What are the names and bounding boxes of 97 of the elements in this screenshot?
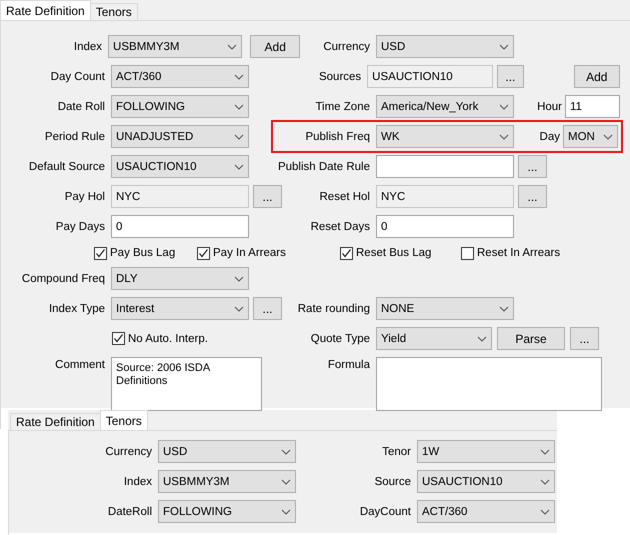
- chevron-down-icon: [540, 478, 550, 484]
- field-label: Pay Days: [54, 220, 106, 232]
- input-field[interactable]: 11: [565, 95, 620, 118]
- field-label: Index: [72, 40, 104, 52]
- input-field[interactable]: 0: [111, 215, 249, 238]
- field-label: Period Rule: [44, 130, 106, 142]
- field-label: Day: [540, 130, 561, 142]
- checkbox[interactable]: [197, 246, 210, 260]
- chevron-down-icon: [234, 134, 244, 140]
- checkbox-label[interactable]: Pay In Arrears: [213, 247, 286, 259]
- action-button[interactable]: Add: [250, 35, 300, 58]
- chevron-down-icon: [499, 44, 509, 50]
- field-label: Reset Hol: [318, 190, 371, 202]
- chevron-down-icon: [234, 306, 244, 312]
- text-area[interactable]: [376, 357, 602, 411]
- dropdown[interactable]: USAUCTION10: [417, 470, 555, 493]
- dropdown[interactable]: USAUCTION10: [111, 155, 249, 178]
- chevron-down-icon: [540, 448, 550, 454]
- dropdown[interactable]: UNADJUSTED: [111, 125, 249, 148]
- chevron-down-icon: [234, 164, 244, 170]
- checkbox[interactable]: [94, 246, 107, 260]
- checkbox-label[interactable]: Reset Bus Lag: [356, 247, 432, 259]
- chevron-down-icon: [499, 134, 509, 140]
- chevron-down-icon: [234, 104, 244, 110]
- dropdown[interactable]: DLY: [111, 267, 249, 290]
- field-label: Source: [374, 476, 412, 488]
- browse-button[interactable]: ...: [497, 65, 524, 88]
- field-label: Formula: [326, 358, 371, 371]
- action-button[interactable]: Parse: [497, 327, 565, 350]
- checkbox-label[interactable]: No Auto. Interp.: [128, 332, 208, 344]
- dropdown[interactable]: 1W: [417, 440, 555, 463]
- chevron-down-icon: [499, 306, 509, 312]
- tab[interactable]: Rate Definition: [0, 0, 91, 20]
- dropdown[interactable]: USBMMY3M: [158, 470, 296, 493]
- readonly-field[interactable]: USAUCTION10: [367, 65, 494, 88]
- text-area[interactable]: Source: 2006 ISDA Definitions: [111, 357, 262, 411]
- chevron-down-icon: [281, 448, 291, 454]
- dropdown[interactable]: Interest: [111, 297, 249, 320]
- field-label: Index: [122, 476, 153, 488]
- field-label: Publish Freq: [304, 130, 371, 142]
- action-button[interactable]: Add: [574, 65, 620, 88]
- checkbox-label[interactable]: Reset In Arrears: [477, 247, 560, 259]
- browse-button[interactable]: ...: [518, 155, 547, 178]
- browse-button[interactable]: ...: [253, 185, 282, 208]
- tab[interactable]: Tenors: [100, 410, 148, 430]
- chevron-down-icon: [540, 508, 550, 514]
- field-label: Default Source: [28, 160, 106, 172]
- dropdown[interactable]: America/New_York: [376, 95, 514, 118]
- field-label: Rate rounding: [296, 302, 371, 314]
- field-label: Compound Freq: [20, 272, 106, 284]
- field-label: DateRoll: [106, 506, 153, 518]
- input-field[interactable]: 0: [376, 215, 514, 238]
- dropdown[interactable]: FOLLOWING: [111, 95, 249, 118]
- dropdown[interactable]: USD: [158, 440, 296, 463]
- dropdown[interactable]: ACT/360: [111, 65, 249, 88]
- chevron-down-icon: [477, 336, 487, 342]
- dropdown[interactable]: NONE: [376, 297, 514, 320]
- readonly-field[interactable]: NYC: [111, 185, 249, 208]
- field-label: Hour: [537, 100, 563, 112]
- tab[interactable]: Rate Definition: [10, 413, 101, 430]
- field-label: Quote Type: [310, 332, 371, 344]
- field-label: Reset Days: [310, 220, 371, 232]
- field-label: Sources: [318, 70, 362, 82]
- browse-button[interactable]: ...: [518, 185, 547, 208]
- checkbox-label[interactable]: Pay Bus Lag: [110, 247, 176, 259]
- field-label: DayCount: [358, 506, 412, 518]
- field-label: Time Zone: [314, 100, 371, 112]
- dropdown[interactable]: USBMMY3M: [108, 35, 242, 58]
- field-label: Comment: [54, 358, 106, 371]
- field-label: Index Type: [48, 302, 106, 314]
- chevron-down-icon: [603, 134, 613, 140]
- field-label: Day Count: [50, 70, 106, 82]
- chevron-down-icon: [281, 508, 291, 514]
- input-field[interactable]: [376, 155, 514, 178]
- chevron-down-icon: [234, 74, 244, 80]
- dropdown[interactable]: ACT/360: [417, 500, 555, 523]
- checkbox[interactable]: [340, 246, 353, 260]
- field-label: Date Roll: [56, 100, 106, 112]
- field-label: Currency: [104, 446, 153, 458]
- browse-button[interactable]: ...: [253, 297, 282, 320]
- checkbox[interactable]: [112, 332, 125, 345]
- chevron-down-icon: [234, 276, 244, 282]
- chevron-down-icon: [281, 478, 291, 484]
- dropdown[interactable]: FOLLOWING: [158, 500, 296, 523]
- chevron-down-icon: [227, 44, 238, 50]
- dropdown[interactable]: WK: [376, 125, 514, 148]
- chevron-down-icon: [499, 104, 509, 110]
- checkbox[interactable]: [461, 246, 474, 260]
- readonly-field[interactable]: NYC: [376, 185, 514, 208]
- browse-button[interactable]: ...: [570, 327, 599, 350]
- dropdown[interactable]: USD: [376, 35, 514, 58]
- tab[interactable]: Tenors: [90, 3, 138, 20]
- field-label: Publish Date Rule: [276, 160, 371, 172]
- dropdown[interactable]: Yield: [376, 327, 492, 350]
- field-label: Pay Hol: [64, 190, 106, 202]
- field-label: Tenor: [381, 446, 412, 458]
- dropdown[interactable]: MON: [563, 125, 618, 148]
